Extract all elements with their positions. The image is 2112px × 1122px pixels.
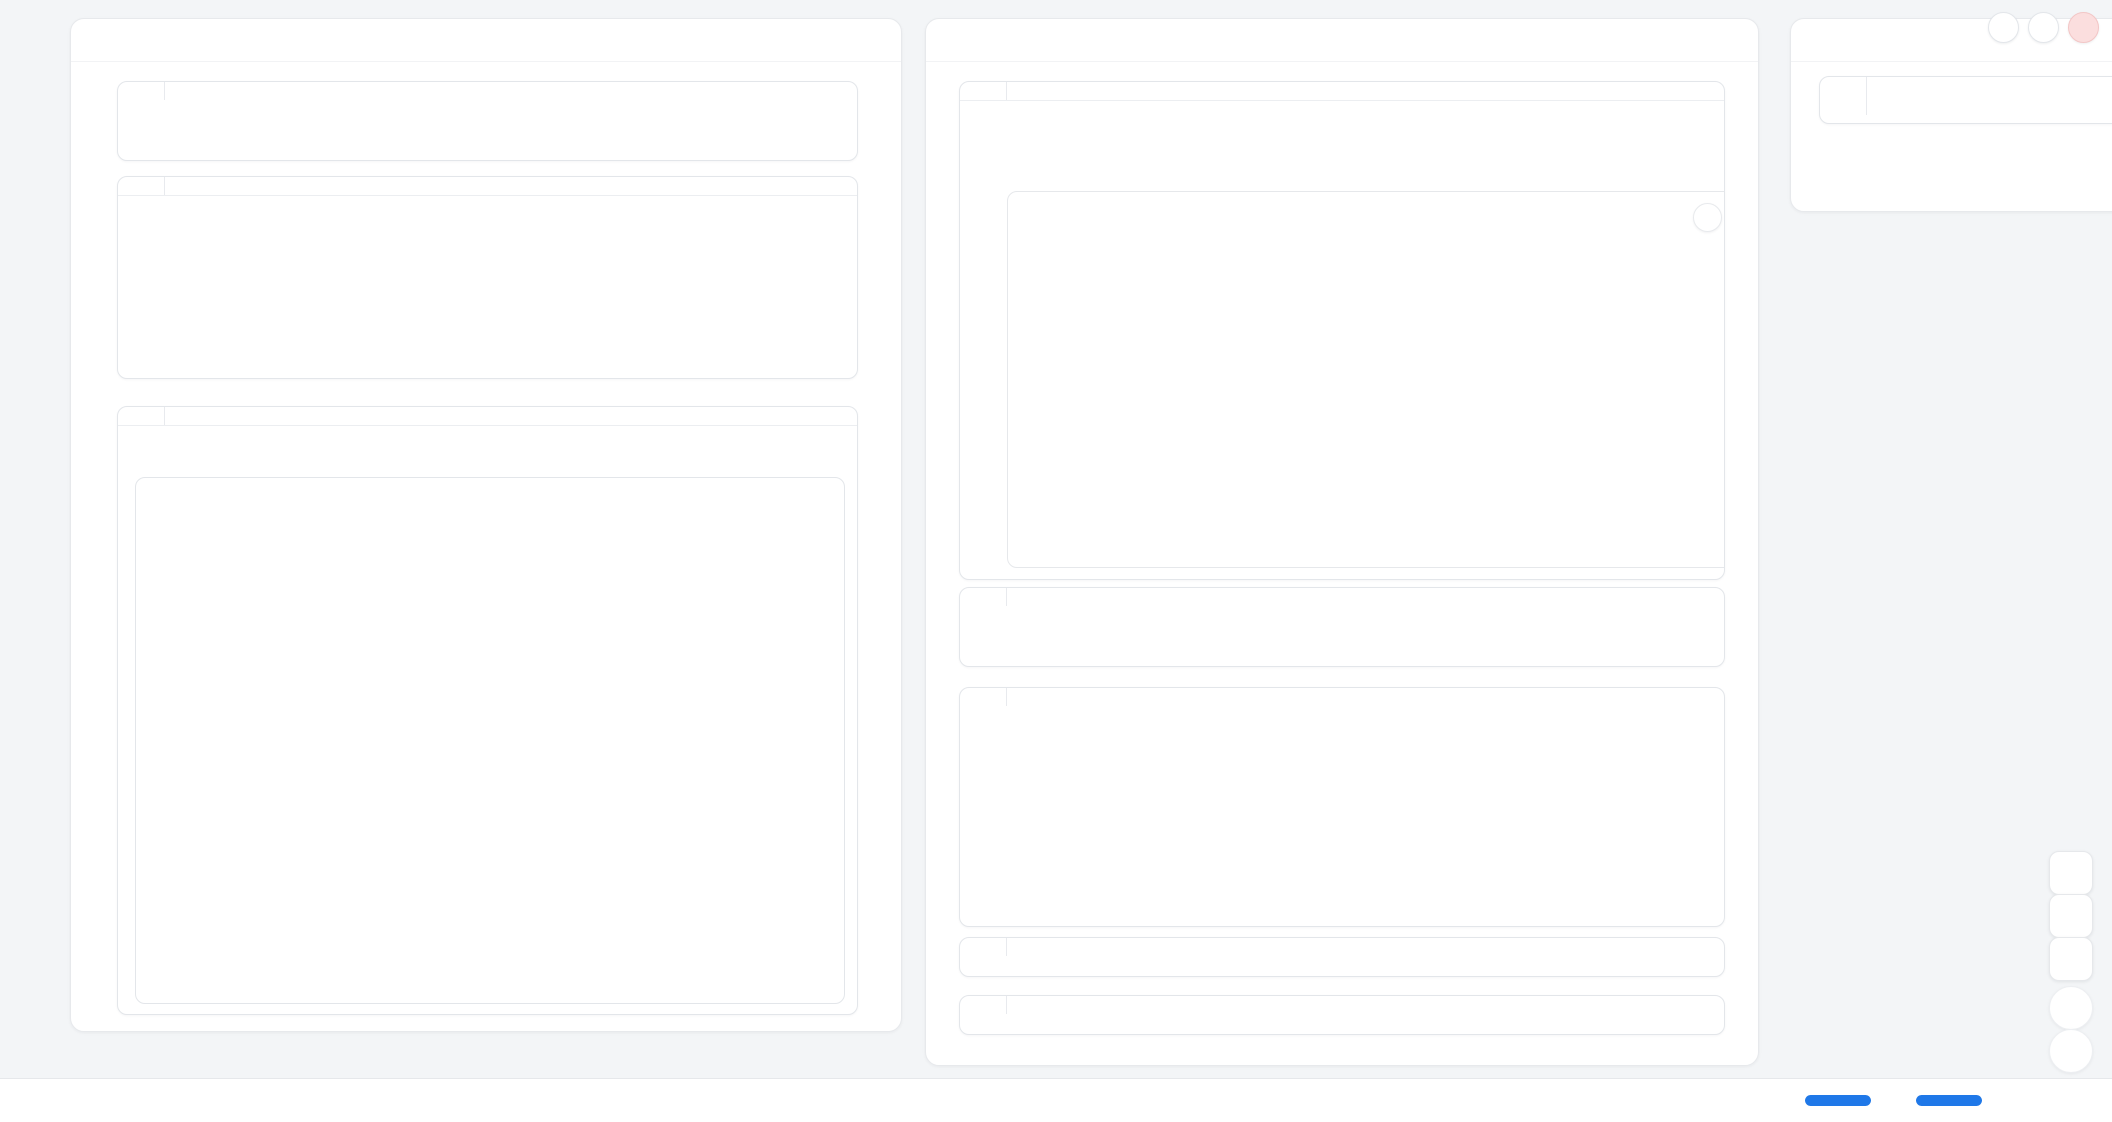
save-button[interactable] <box>2049 851 2093 895</box>
error-circle-icon <box>18 1091 37 1110</box>
keyboard-shortcuts-button[interactable] <box>2049 937 2093 981</box>
shutdown-button[interactable] <box>2068 12 2099 43</box>
connection-status-icon[interactable] <box>2075 1091 2094 1110</box>
add-cell-button[interactable] <box>1717 32 1734 49</box>
dropdown-controls-output <box>118 196 857 223</box>
cell-imports <box>117 81 858 161</box>
stop-button[interactable] <box>2049 986 2093 1030</box>
cpu-icon <box>1884 1091 1903 1110</box>
column-header-left <box>71 19 901 62</box>
code-editor[interactable] <box>118 407 857 425</box>
code-editor[interactable] <box>960 996 1724 1014</box>
play-icon <box>2062 1042 2080 1060</box>
cell-chart <box>959 81 1725 580</box>
column-scroll-left-button[interactable] <box>950 33 965 48</box>
cell-dataset-dropdown <box>959 587 1725 667</box>
column-scroll-left-button[interactable] <box>95 33 110 48</box>
notebook-column-middle <box>925 18 1759 1066</box>
code-editor[interactable] <box>960 938 1724 956</box>
notebook-column-right <box>1790 18 2112 212</box>
notebook-column-left <box>70 18 902 1032</box>
layout-icon <box>2061 906 2081 926</box>
ellipsis-icon <box>1700 210 1715 225</box>
cell-plot-type <box>959 995 1725 1035</box>
close-icon <box>2077 21 2091 35</box>
chart-menu-button[interactable] <box>1693 203 1722 232</box>
column-scroll-right-button[interactable] <box>992 33 1007 48</box>
cpu-usage-meter[interactable] <box>1916 1095 1982 1106</box>
memory-usage-meter[interactable] <box>1805 1095 1871 1106</box>
save-icon <box>2061 863 2081 883</box>
ai-sparkles-icon[interactable] <box>2011 1091 2030 1110</box>
add-cell-button[interactable] <box>860 32 877 49</box>
status-right <box>1773 1091 2094 1110</box>
column-scroll-right-button[interactable] <box>137 33 152 48</box>
menu-icon <box>1996 20 2011 35</box>
terminal-button[interactable] <box>59 1091 78 1110</box>
activity-sidebar <box>0 0 47 1094</box>
editor-placeholder <box>1866 86 1879 106</box>
dataframe-table <box>135 477 845 1004</box>
settings-button[interactable] <box>2028 12 2059 43</box>
cell-xy-plot-dropdowns <box>959 687 1725 927</box>
column-header-right <box>1791 19 2112 62</box>
code-editor[interactable] <box>960 82 1724 100</box>
stop-icon <box>2062 999 2080 1017</box>
layout-button[interactable] <box>2049 894 2093 938</box>
terminal-icon <box>59 1091 78 1110</box>
code-editor[interactable] <box>118 177 857 195</box>
line-number <box>1820 86 1850 106</box>
command-icon <box>2061 949 2081 969</box>
cell-output-divider <box>118 425 857 426</box>
column-header-middle <box>926 19 1758 62</box>
run-button[interactable] <box>2049 1029 2093 1073</box>
cell-dataframe <box>117 406 858 1015</box>
gear-icon <box>2036 20 2052 36</box>
cell-output-divider <box>960 100 1724 101</box>
menu-button[interactable] <box>1988 12 2019 43</box>
code-editor[interactable] <box>960 688 1724 706</box>
errors-indicator[interactable] <box>18 1091 43 1110</box>
cell-selected-dataset <box>959 937 1725 977</box>
copilot-icon[interactable] <box>2043 1091 2062 1110</box>
column-scroll-left-button[interactable] <box>1815 33 1830 48</box>
cell-vstack <box>117 176 858 379</box>
status-bar <box>0 1078 2112 1122</box>
altair-chart-output[interactable] <box>1007 191 1725 568</box>
cell-empty-scratch <box>1819 76 2112 124</box>
code-editor[interactable] <box>118 82 857 100</box>
memory-icon <box>1773 1091 1792 1110</box>
code-editor[interactable] <box>1820 77 2112 115</box>
column-scroll-right-button[interactable] <box>1857 33 1872 48</box>
code-editor[interactable] <box>960 588 1724 606</box>
